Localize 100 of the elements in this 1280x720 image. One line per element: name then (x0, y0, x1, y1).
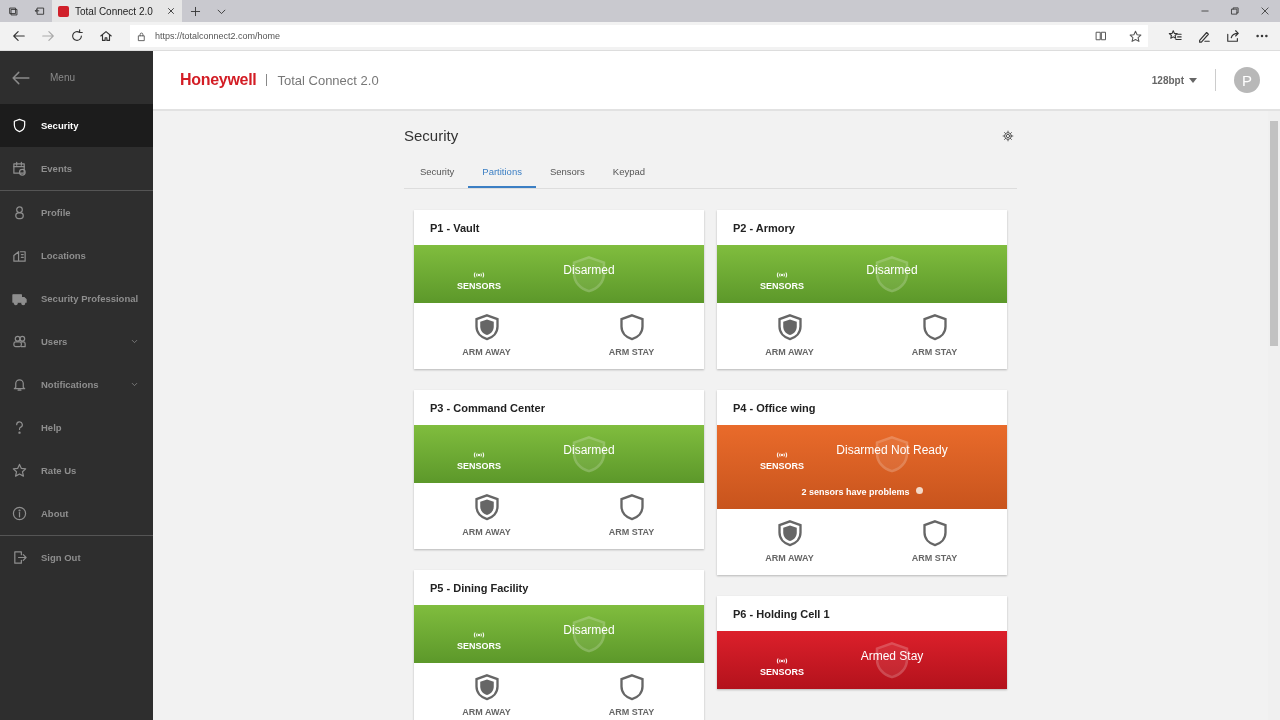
arm-stay-button[interactable]: ARM STAY (559, 673, 704, 717)
star-icon (12, 463, 27, 478)
sidebar-item[interactable]: Security (0, 104, 153, 147)
site-favicon-icon (58, 5, 69, 17)
status-text: Disarmed (866, 263, 918, 277)
help-dot-icon[interactable] (915, 487, 923, 494)
plus-icon[interactable] (189, 5, 201, 17)
problem-text: 2 sensors have problems (801, 487, 910, 497)
close-icon[interactable] (1260, 6, 1270, 16)
wireless-signal-icon (775, 657, 789, 665)
refresh-icon[interactable] (69, 29, 84, 43)
sensors-button[interactable]: SENSORS (717, 271, 847, 291)
status-banner[interactable]: SENSORS Disarmed (717, 245, 1007, 303)
sidebar-item[interactable]: Locations (0, 234, 153, 277)
partition-title: P4 - Office wing (732, 400, 817, 416)
chevron-down-icon[interactable] (130, 337, 139, 346)
wireless-signal-icon (775, 451, 789, 459)
partition-title: P1 - Vault (429, 220, 481, 236)
partition-title: P2 - Armory (732, 220, 796, 236)
url-text: https://totalconnect2.com/home (155, 31, 281, 41)
filled-shield-icon (775, 519, 804, 547)
status-text: Disarmed (563, 443, 615, 457)
sensors-button[interactable]: SENSORS (717, 657, 847, 677)
partition-title: P6 - Holding Cell 1 (732, 606, 831, 622)
calendar-icon (12, 161, 27, 176)
truck-icon (12, 291, 27, 306)
share-icon[interactable] (1225, 29, 1240, 43)
favorites-list-icon[interactable] (1167, 29, 1182, 43)
shield-icon (920, 313, 949, 341)
brand-logo: Honeywell (180, 71, 257, 89)
arm-stay-button[interactable]: ARM STAY (862, 313, 1007, 357)
filled-shield-icon (775, 313, 804, 341)
set-aside-icon[interactable] (33, 5, 45, 17)
filled-shield-icon (472, 673, 501, 701)
info-icon (12, 506, 27, 521)
arm-away-button[interactable]: ARM AWAY (717, 313, 862, 357)
page-tab[interactable]: Partitions (468, 166, 536, 188)
people-icon (12, 334, 27, 349)
partition-title: P5 - Dining Facility (429, 580, 530, 596)
status-banner[interactable]: SENSORS Disarmed Not Ready 2 sensors have problems (717, 425, 1007, 509)
address-bar[interactable]: https://totalconnect2.com/home (130, 25, 1148, 47)
page-tab[interactable]: Keypad (598, 166, 660, 188)
sidebar-item[interactable]: About (0, 492, 153, 535)
sidebar-item[interactable]: Help (0, 406, 153, 449)
settings-button[interactable] (1002, 129, 1014, 142)
filled-shield-icon (472, 493, 501, 521)
restore-icon[interactable] (1230, 6, 1240, 16)
product-name: Total Connect 2.0 (277, 72, 379, 88)
arm-away-button[interactable]: ARM AWAY (414, 673, 559, 717)
arm-away-button[interactable]: ARM AWAY (414, 493, 559, 537)
sensors-button[interactable]: SENSORS (414, 631, 544, 651)
sidebar-item[interactable]: Sign Out (0, 536, 153, 579)
wireless-signal-icon (472, 631, 486, 639)
shield-icon (617, 493, 646, 521)
wireless-signal-icon (472, 451, 486, 459)
arm-away-button[interactable]: ARM AWAY (414, 313, 559, 357)
sidebar-item[interactable]: Notifications (0, 363, 153, 406)
reading-view-icon[interactable] (1095, 30, 1107, 42)
sidebar-item[interactable]: Events (0, 147, 153, 190)
shield-icon (12, 118, 27, 133)
tabs-icon[interactable] (7, 5, 19, 17)
status-text: Disarmed (563, 263, 615, 277)
account-dropdown[interactable]: 128bpt (1151, 74, 1197, 86)
settings-icon (1002, 129, 1014, 142)
browser-tab[interactable]: Total Connect 2.0 (52, 0, 182, 22)
status-banner[interactable]: SENSORS Disarmed (414, 425, 704, 483)
sidebar-item[interactable]: Security Professional (0, 277, 153, 320)
pen-icon[interactable] (1196, 29, 1211, 43)
page-tab[interactable]: Security (406, 166, 469, 188)
lock-icon[interactable] (136, 30, 147, 42)
status-text: Disarmed Not Ready (836, 443, 948, 457)
shield-icon (920, 519, 949, 547)
home-icon[interactable] (98, 29, 113, 43)
sensors-button[interactable]: SENSORS (414, 451, 544, 471)
star-icon[interactable] (1129, 29, 1142, 43)
arm-stay-button[interactable]: ARM STAY (862, 519, 1007, 563)
arm-away-button[interactable]: ARM AWAY (717, 519, 862, 563)
sidebar-item[interactable]: Profile (0, 191, 153, 234)
page-title: Security (404, 127, 459, 144)
bell-icon (12, 377, 27, 392)
page-tab[interactable]: Sensors (535, 166, 599, 188)
status-banner[interactable]: SENSORS Disarmed (414, 605, 704, 663)
status-banner[interactable]: SENSORS Armed Stay (717, 631, 1007, 689)
shield-icon (617, 673, 646, 701)
partition-title: P3 - Command Center (429, 400, 546, 416)
caret-icon (1189, 77, 1197, 83)
close-icon[interactable] (166, 6, 176, 16)
sign-out-icon (12, 550, 27, 565)
arm-stay-button[interactable]: ARM STAY (559, 313, 704, 357)
chevron-down-icon[interactable] (130, 380, 139, 389)
arrow-left-icon[interactable] (11, 29, 26, 43)
shield-icon (617, 313, 646, 341)
sidebar-item[interactable]: Users (0, 320, 153, 363)
status-text: Armed Stay (860, 649, 924, 663)
status-text: Disarmed (563, 623, 615, 637)
sidebar-item[interactable]: Rate Us (0, 449, 153, 492)
sensors-button[interactable]: SENSORS (414, 271, 544, 291)
arm-stay-button[interactable]: ARM STAY (559, 493, 704, 537)
filled-shield-icon (472, 313, 501, 341)
status-banner[interactable]: SENSORS Disarmed (414, 245, 704, 303)
